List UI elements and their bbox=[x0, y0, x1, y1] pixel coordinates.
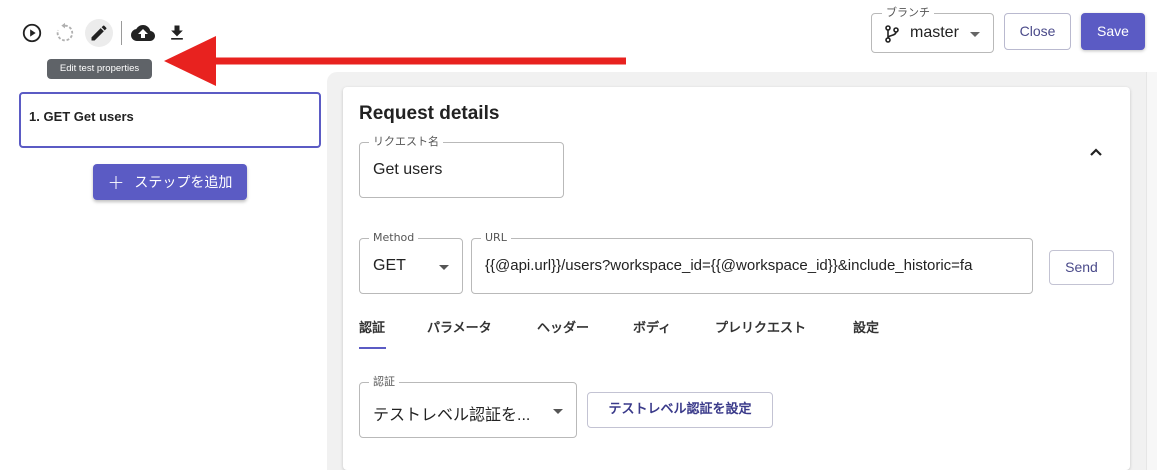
plus-icon: + bbox=[107, 170, 125, 194]
caret-down-icon bbox=[553, 409, 563, 414]
auth-legend: 認証 bbox=[369, 375, 399, 389]
method-select[interactable]: Method GET bbox=[359, 231, 463, 294]
caret-down-icon bbox=[970, 32, 980, 37]
tab-params[interactable]: パラメータ bbox=[427, 317, 492, 336]
toolbar-divider bbox=[121, 21, 122, 45]
chevron-up-icon[interactable] bbox=[1089, 147, 1103, 157]
close-button[interactable]: Close bbox=[1004, 13, 1071, 50]
active-tab-indicator bbox=[359, 347, 386, 349]
git-branch-icon bbox=[885, 25, 899, 43]
method-legend: Method bbox=[369, 231, 419, 245]
branch-value: master bbox=[910, 24, 959, 41]
request-details-card: Request details リクエスト名 Get users Method … bbox=[343, 87, 1130, 470]
set-test-auth-button[interactable]: テストレベル認証を設定 bbox=[587, 392, 773, 428]
caret-down-icon bbox=[439, 265, 449, 270]
branch-select[interactable]: ブランチ master bbox=[871, 6, 994, 53]
send-button[interactable]: Send bbox=[1049, 250, 1114, 285]
add-step-label: ステップを追加 bbox=[134, 175, 233, 191]
url-input[interactable]: URL {{@api.url}}/users?workspace_id={{@w… bbox=[471, 231, 1033, 294]
auth-select[interactable]: 認証 テストレベル認証を... bbox=[359, 375, 577, 438]
edit-icon[interactable] bbox=[85, 19, 113, 47]
branch-legend: ブランチ bbox=[882, 6, 934, 20]
reset-icon bbox=[51, 19, 79, 47]
play-circle-icon[interactable] bbox=[18, 19, 46, 47]
card-title: Request details bbox=[359, 103, 500, 124]
request-name-field[interactable]: リクエスト名 Get users bbox=[359, 135, 564, 198]
tab-prerequest[interactable]: プレリクエスト bbox=[715, 317, 806, 336]
add-step-button[interactable]: + ステップを追加 bbox=[93, 164, 247, 200]
auth-value: テストレベル認証を... bbox=[373, 407, 531, 424]
method-value: GET bbox=[373, 257, 406, 274]
request-name-legend: リクエスト名 bbox=[369, 135, 443, 149]
step-item[interactable]: 1. GET Get users bbox=[19, 92, 321, 148]
url-value: {{@api.url}}/users?workspace_id={{@works… bbox=[485, 257, 973, 274]
tab-headers[interactable]: ヘッダー bbox=[537, 317, 589, 336]
tooltip: Edit test properties bbox=[47, 59, 152, 79]
step-label: 1. GET Get users bbox=[29, 109, 134, 124]
tab-settings[interactable]: 設定 bbox=[853, 317, 879, 336]
save-button[interactable]: Save bbox=[1081, 13, 1145, 50]
scrollbar[interactable] bbox=[1146, 72, 1157, 470]
cloud-upload-icon[interactable] bbox=[129, 19, 157, 47]
tab-auth[interactable]: 認証 bbox=[359, 317, 385, 336]
request-name-value: Get users bbox=[373, 161, 443, 178]
tab-body[interactable]: ボディ bbox=[633, 317, 671, 336]
url-legend: URL bbox=[481, 231, 511, 245]
